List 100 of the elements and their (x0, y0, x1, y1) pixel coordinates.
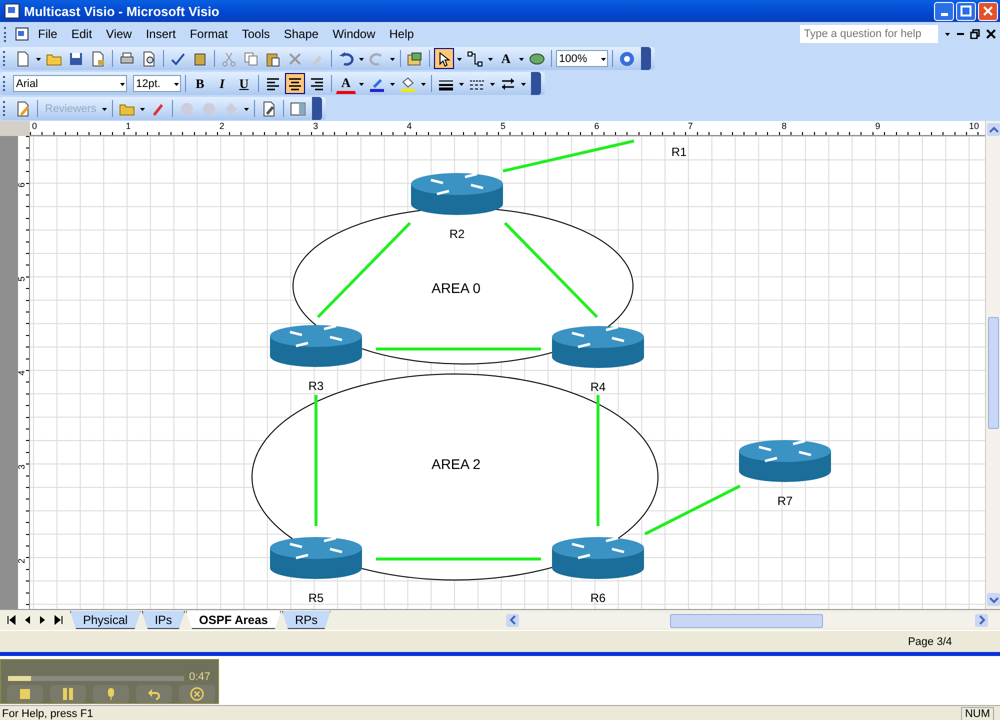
close-icon[interactable] (986, 29, 996, 39)
status-text: For Help, press F1 (2, 708, 94, 720)
ruler-number: 2 (219, 121, 224, 131)
page-icon (90, 50, 106, 66)
connector-icon (467, 50, 483, 66)
microphone-button[interactable] (93, 685, 129, 703)
align-center-icon (287, 76, 303, 92)
close-button[interactable] (978, 2, 998, 20)
ruler-number: 3 (313, 121, 318, 131)
shapes-icon (407, 50, 423, 66)
italic-button[interactable]: I (212, 73, 232, 94)
restore-icon[interactable] (970, 29, 980, 39)
font-color-button[interactable]: A (336, 73, 356, 94)
stop-button[interactable] (7, 685, 43, 703)
ruler-number: 5 (16, 276, 26, 282)
router-icon (552, 326, 644, 368)
menu-item[interactable]: Format (184, 25, 234, 43)
router-label: R6 (590, 591, 606, 605)
sheet-tab[interactable]: RPs (282, 611, 331, 629)
cross-icon (287, 50, 303, 66)
recording-time: 0:47 (189, 671, 210, 683)
printer-icon (119, 50, 135, 66)
first-page-icon[interactable] (6, 614, 16, 626)
pause-icon (61, 687, 75, 701)
ruler-number: 1 (126, 121, 131, 131)
menu-item[interactable]: Help (383, 25, 420, 43)
copy-icon (243, 50, 259, 66)
scrollbar-thumb[interactable] (988, 317, 999, 429)
scissors-icon (221, 50, 237, 66)
ruler-number: 0 (32, 121, 38, 131)
last-page-icon[interactable] (54, 614, 64, 626)
router-label: R4 (590, 380, 606, 394)
router-label: R3 (308, 379, 324, 393)
router-icon (739, 440, 831, 482)
minimize-icon (940, 12, 948, 16)
underline-button[interactable]: U (234, 73, 254, 94)
num-lock-indicator: NUM (960, 707, 994, 720)
dropdown-arrow-icon[interactable] (944, 30, 951, 38)
ruler-corner (0, 121, 30, 136)
ruler-number: 5 (500, 121, 506, 131)
router-icon (270, 324, 362, 367)
align-center-button[interactable] (285, 73, 305, 94)
router-icon (411, 172, 503, 215)
close-icon (982, 5, 994, 17)
paint-bucket-icon (400, 76, 416, 92)
ruler-number: 6 (16, 182, 26, 188)
ruler-number: 9 (875, 121, 880, 131)
router-icon (552, 536, 644, 579)
toolbar-options-button[interactable] (312, 97, 322, 120)
square-icon (18, 687, 32, 701)
router-label: R7 (777, 494, 793, 508)
document-menu-icon[interactable] (14, 26, 30, 42)
pencil-page-icon (261, 100, 278, 116)
ruler-number: 4 (406, 121, 412, 131)
router-icon (270, 536, 362, 579)
menu-item[interactable]: Tools (236, 25, 276, 43)
pencil-page-icon (15, 100, 31, 116)
menu-item[interactable]: Edit (65, 25, 98, 43)
area-label: AREA 2 (431, 456, 481, 472)
help-search-field[interactable]: Type a question for help (800, 25, 938, 43)
help-icon (619, 50, 635, 66)
ruler-number: 6 (594, 121, 600, 131)
align-left-icon (265, 76, 281, 92)
pause-button[interactable] (50, 685, 86, 703)
window-title: Multicast Visio - Microsoft Visio (24, 4, 220, 18)
sheet-tab[interactable]: Physical (70, 611, 141, 629)
menu-item[interactable]: Insert (140, 25, 182, 43)
text-tool-button[interactable]: A (496, 48, 516, 69)
maximize-button[interactable] (956, 2, 976, 20)
sheet-tab[interactable]: OSPF Areas (186, 611, 281, 629)
ruler-number: 2 (16, 558, 26, 564)
font-size-combo[interactable]: 12pt. (133, 75, 181, 92)
menu-item[interactable]: File (32, 25, 64, 43)
router-label: R2 (449, 227, 465, 241)
router-label: R5 (308, 591, 324, 605)
bold-button[interactable]: B (190, 73, 210, 94)
sheet-tab[interactable]: IPs (142, 611, 186, 629)
font-combo[interactable]: Arial (13, 75, 127, 92)
menu-item[interactable]: Window (326, 25, 382, 43)
cancel-button[interactable] (179, 685, 215, 703)
pointer-tool-button[interactable] (434, 48, 454, 69)
undo-button[interactable] (136, 685, 172, 703)
zoom-combo[interactable]: 100% (556, 50, 608, 67)
arrows-icon (500, 76, 516, 92)
ruler-number: 8 (782, 121, 787, 131)
menu-item[interactable]: View (100, 25, 138, 43)
checkmark-icon (170, 50, 186, 66)
shapes-icon (529, 50, 545, 66)
magnifier-icon (141, 50, 157, 66)
minimize-button[interactable] (934, 2, 954, 20)
ruler-number: 3 (16, 464, 26, 470)
scrollbar-thumb[interactable] (670, 614, 823, 628)
menu-item[interactable]: Shape (278, 25, 325, 43)
panel-icon (290, 100, 306, 116)
area-label: AREA 0 (431, 280, 481, 296)
ruler-number: 10 (969, 121, 980, 131)
clipboard-icon (265, 50, 281, 66)
page-indicator: Page 3/4 (908, 636, 952, 648)
router-label: R1 (671, 145, 687, 159)
maximize-icon (960, 5, 972, 17)
